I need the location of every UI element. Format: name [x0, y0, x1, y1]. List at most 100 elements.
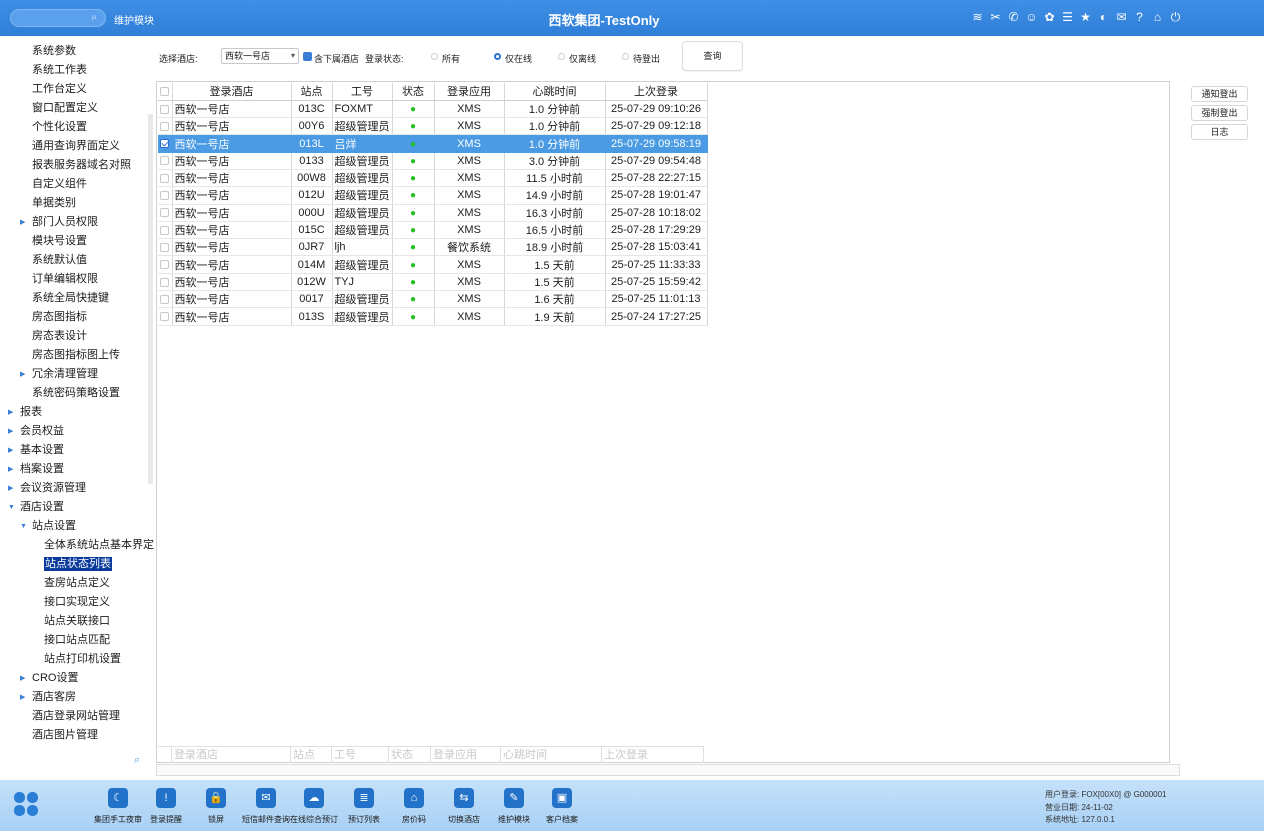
chevron-right-icon[interactable]: ▶ [20, 688, 25, 707]
sidebar-item[interactable]: 个性化设置 [0, 118, 156, 137]
tools-icon[interactable]: ✂ [989, 10, 1002, 24]
sidebar-item[interactable]: ▶ 会员权益 [0, 422, 156, 441]
sidebar-item[interactable]: 站点打印机设置 [0, 650, 156, 669]
filter-station-input[interactable]: 站点 [291, 747, 332, 763]
radio-pending-logout[interactable] [622, 53, 629, 60]
sidebar-item[interactable]: ▶ 部门人员权限 [0, 213, 156, 232]
sidebar-item[interactable]: 站点状态列表 [0, 555, 156, 574]
sidebar-item[interactable]: 房态图指标 [0, 308, 156, 327]
chevron-right-icon[interactable]: ▶ [8, 403, 13, 422]
sidebar-item[interactable]: 酒店登录网站管理 [0, 707, 156, 726]
horizontal-scrollbar[interactable] [156, 764, 1180, 776]
filter-staff-id-input[interactable]: 工号 [332, 747, 389, 763]
wifi-icon[interactable]: ≋ [971, 10, 984, 24]
filter-status-input[interactable]: 状态 [389, 747, 431, 763]
sidebar-item[interactable]: ▶ CRO设置 [0, 669, 156, 688]
sidebar-item[interactable]: ▶ 冗余清理管理 [0, 365, 156, 384]
sidebar-item[interactable]: 通用查询界面定义 [0, 137, 156, 156]
query-button[interactable]: 查询 [682, 41, 743, 71]
sidebar-item[interactable]: ▼ 站点设置 [0, 517, 156, 536]
row-checkbox[interactable] [160, 156, 170, 166]
tree-search-icon[interactable]: ⌕ [134, 754, 140, 767]
table-row[interactable]: 西软一号店 013S 超级管理员 ● XMS 1.9 天前 25-07-24 17:27:2… [158, 307, 708, 326]
sidebar-item[interactable]: 查房站点定义 [0, 574, 156, 593]
force-logout-button[interactable]: 强制登出 [1191, 105, 1248, 121]
table-row[interactable]: 西软一号店 013L 吕烊 ● XMS 1.0 分钟前 25-07-29 09:58:19 [158, 134, 708, 153]
dock-item-list[interactable]: ≣ 预订列表 [336, 788, 392, 825]
sidebar-item[interactable]: 房态图指标图上传 [0, 346, 156, 365]
sidebar-item[interactable]: 酒店图片管理 [0, 726, 156, 745]
row-checkbox[interactable] [160, 312, 170, 322]
sidebar-item[interactable]: 自定义组件 [0, 175, 156, 194]
row-checkbox[interactable] [160, 242, 170, 252]
mail-icon[interactable]: ✉ [1115, 10, 1128, 24]
dock-item-house[interactable]: ⌂ 房价码 [386, 788, 442, 825]
sidebar-item[interactable]: 系统密码策略设置 [0, 384, 156, 403]
table-row[interactable]: 西软一号店 00Y6 超级管理员 ● XMS 1.0 分钟前 25-07-29 09:12:… [158, 117, 708, 136]
table-row[interactable]: 西软一号店 012U 超级管理员 ● XMS 14.9 小时前 25-07-28 19:01… [158, 186, 708, 205]
table-row[interactable]: 西软一号店 015C 超级管理员 ● XMS 16.5 小时前 25-07-28 17:29… [158, 221, 708, 240]
radio-offline-only[interactable] [558, 53, 565, 60]
column-header-status[interactable]: 状态 [392, 83, 435, 101]
sidebar-item[interactable]: 接口实现定义 [0, 593, 156, 612]
row-checkbox[interactable] [160, 121, 170, 131]
sidebar-item[interactable]: ▶ 会议资源管理 [0, 479, 156, 498]
chevron-right-icon[interactable]: ▶ [20, 669, 25, 688]
table-row[interactable]: 西软一号店 0JR7 ljh ● 餐饮系统 18.9 小时前 25-07-28 15:03:… [158, 238, 708, 257]
table-row[interactable]: 西软一号店 012W TYJ ● XMS 1.5 天前 25-07-25 15:59:42 [158, 273, 708, 292]
row-checkbox[interactable] [160, 104, 170, 114]
chevron-right-icon[interactable]: ▶ [8, 460, 13, 479]
table-row[interactable]: 西软一号店 013C FOXMT ● XMS 1.0 分钟前 25-07-29 09:10:… [158, 100, 708, 119]
sidebar-item[interactable]: 系统默认值 [0, 251, 156, 270]
dock-item-switch[interactable]: ⇆ 切换酒店 [436, 788, 492, 825]
column-header-staff-id[interactable]: 工号 [332, 83, 393, 101]
phone-icon[interactable]: ✆ [1007, 10, 1020, 24]
log-button[interactable]: 日志 [1191, 124, 1248, 140]
star-icon[interactable]: ★ [1079, 10, 1092, 24]
row-checkbox[interactable] [160, 260, 170, 270]
chevron-down-icon[interactable]: ▼ [20, 517, 27, 536]
user-help-icon[interactable]: ☺ [1025, 10, 1038, 24]
column-header-hotel[interactable]: 登录酒店 [172, 83, 292, 101]
chevron-right-icon[interactable]: ▶ [20, 365, 25, 384]
table-row[interactable]: 西软一号店 00W8 超级管理员 ● XMS 11.5 小时前 25-07-28 22:27… [158, 169, 708, 188]
sidebar-item[interactable]: ▶ 档案设置 [0, 460, 156, 479]
column-header-app[interactable]: 登录应用 [434, 83, 505, 101]
filter-hotel-input[interactable]: 登录酒店 [172, 747, 291, 763]
hotel-select[interactable]: 西软一号店 ▾ [221, 48, 299, 64]
row-checkbox[interactable] [160, 225, 170, 235]
contrast-icon[interactable]: ◐ [1097, 10, 1110, 24]
radio-online-only[interactable] [494, 53, 501, 60]
chevron-down-icon[interactable]: ▼ [8, 498, 15, 517]
sidebar-scrollbar[interactable] [148, 114, 153, 484]
row-checkbox[interactable] [160, 277, 170, 287]
dock-item-profile[interactable]: ▣ 客户档案 [534, 788, 590, 825]
table-row[interactable]: 西软一号店 0133 超级管理员 ● XMS 3.0 分钟前 25-07-29 09:54:… [158, 152, 708, 170]
row-checkbox[interactable] [160, 191, 170, 201]
select-all-checkbox-cell[interactable] [158, 83, 173, 101]
chevron-right-icon[interactable]: ▶ [8, 441, 13, 460]
column-header-station[interactable]: 站点 [291, 83, 333, 101]
table-row[interactable]: 西软一号店 014M 超级管理员 ● XMS 1.5 天前 25-07-25 11:33:3… [158, 255, 708, 274]
filter-last-login-input[interactable]: 上次登录 [602, 747, 704, 763]
radio-all[interactable] [431, 53, 438, 60]
palette-icon[interactable]: ✿ [1043, 10, 1056, 24]
sidebar-item[interactable]: 系统工作表 [0, 61, 156, 80]
filter-app-input[interactable]: 登录应用 [431, 747, 501, 763]
home-icon[interactable]: ⌂ [1151, 10, 1164, 24]
sidebar-item[interactable]: ▶ 基本设置 [0, 441, 156, 460]
sidebar-item[interactable]: ▶ 报表 [0, 403, 156, 422]
dock-item-lock[interactable]: 🔒 锁屏 [188, 788, 244, 825]
row-checkbox[interactable] [160, 208, 170, 218]
sidebar-item[interactable]: 站点关联接口 [0, 612, 156, 631]
column-header-heartbeat[interactable]: 心跳时间 [504, 83, 606, 101]
select-all-checkbox[interactable] [160, 86, 170, 96]
sidebar-item[interactable]: 系统参数 [0, 42, 156, 61]
power-icon[interactable]: ⏻ [1169, 10, 1182, 24]
sidebar-item[interactable]: 报表服务器域名对照 [0, 156, 156, 175]
sidebar-item[interactable]: 接口站点匹配 [0, 631, 156, 650]
sidebar-item[interactable]: 全体系统站点基本界定 [0, 536, 156, 555]
help-icon[interactable]: ? [1133, 10, 1146, 24]
include-sub-hotels-checkbox[interactable] [303, 52, 312, 61]
chevron-right-icon[interactable]: ▶ [20, 213, 25, 232]
